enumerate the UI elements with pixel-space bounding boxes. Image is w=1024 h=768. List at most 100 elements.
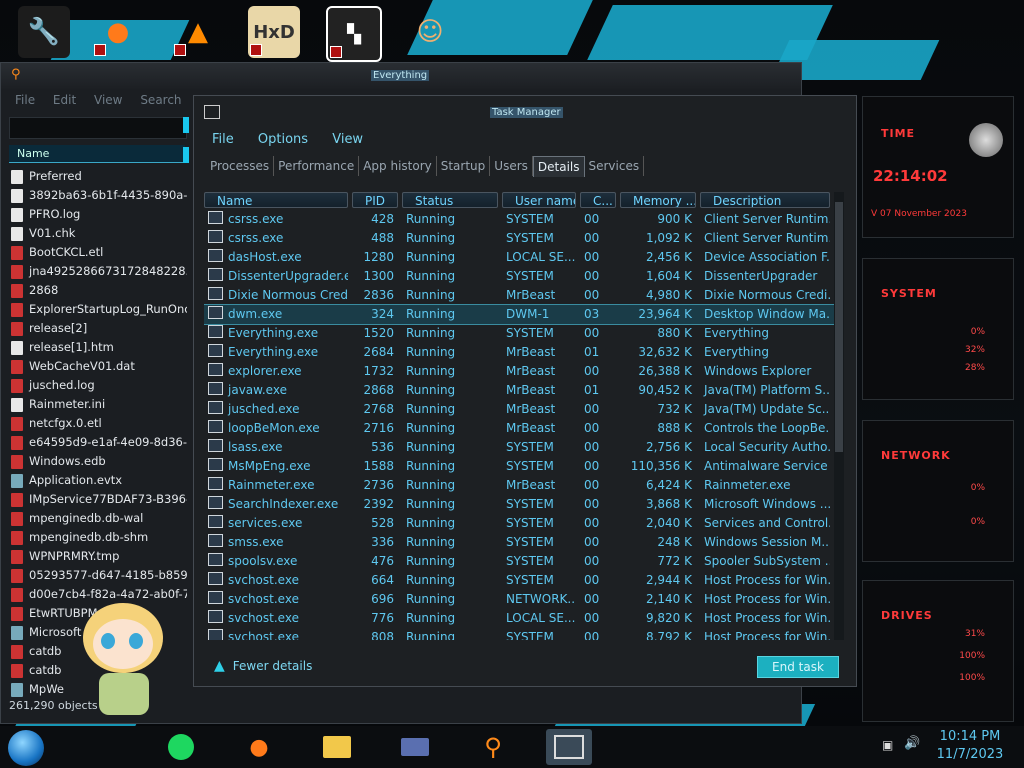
table-row[interactable]: jusched.exe 2768 Running MrBeast 00 732 K Java… [204, 400, 834, 419]
process-details-table[interactable]: Name PID Status User name C... Memory ..… [204, 192, 834, 640]
end-task-button[interactable]: End task [757, 656, 839, 678]
everything-search-icon[interactable]: ⚲ [470, 729, 516, 765]
list-item[interactable]: BootCKCL.etl [11, 243, 187, 262]
menu-file[interactable]: File [212, 132, 234, 147]
menu-edit[interactable]: Edit [53, 93, 76, 107]
tab-details[interactable]: Details [532, 156, 585, 177]
network-tray-icon[interactable]: ▣ [882, 738, 893, 752]
everything-search-input[interactable] [9, 117, 187, 139]
table-row[interactable]: lsass.exe 536 Running SYSTEM 00 2,756 K Local … [204, 438, 834, 457]
table-row[interactable]: svchost.exe 808 Running SYSTEM 00 8,792 K Host… [204, 628, 834, 640]
terminal-icon[interactable] [392, 729, 438, 765]
table-row[interactable]: loopBeMon.exe 2716 Running MrBeast 00 888 K Co… [204, 419, 834, 438]
list-item[interactable]: ExplorerStartupLog_RunOnce.e [11, 300, 187, 319]
file-icon [11, 568, 23, 583]
vlc-icon[interactable]: ▲ [172, 6, 224, 58]
table-row[interactable]: services.exe 528 Running SYSTEM 00 2,040 K Ser… [204, 514, 834, 533]
table-row[interactable]: svchost.exe 776 Running LOCAL SE... 00 9,820 … [204, 609, 834, 628]
file-icon [11, 207, 23, 222]
list-item[interactable]: netcfgx.0.etl [11, 414, 187, 433]
column-pid[interactable]: PID [352, 192, 398, 208]
table-row[interactable]: SearchIndexer.exe 2392 Running SYSTEM 00 3,86… [204, 495, 834, 514]
table-row[interactable]: spoolsv.exe 476 Running SYSTEM 00 772 K Spoole… [204, 552, 834, 571]
taskmanager-icon[interactable] [546, 729, 592, 765]
table-row[interactable]: csrss.exe 428 Running SYSTEM 00 900 K Client S… [204, 210, 834, 229]
tab-services[interactable]: Services [585, 156, 645, 176]
volume-icon[interactable]: 🔊 [904, 736, 920, 751]
list-item[interactable]: 2868 [11, 281, 187, 300]
menu-view[interactable]: View [94, 93, 122, 107]
everything-titlebar[interactable]: ⚲ Everything [1, 63, 801, 89]
table-scrollbar[interactable] [834, 192, 844, 640]
list-item[interactable]: mpenginedb.db-shm [11, 528, 187, 547]
menu-search[interactable]: Search [140, 93, 181, 107]
tools-icon[interactable]: 🔧 [18, 6, 70, 58]
column-header-name[interactable]: Name [9, 145, 185, 163]
column-status[interactable]: Status [402, 192, 498, 208]
list-item[interactable]: e64595d9-e1af-4e09-8d36-1721 [11, 433, 187, 452]
table-row[interactable]: javaw.exe 2868 Running MrBeast 01 90,452 K Jav… [204, 381, 834, 400]
hxd-icon[interactable]: HxD [248, 6, 300, 58]
menu-file[interactable]: File [15, 93, 35, 107]
maze-icon[interactable]: ▚ [326, 6, 382, 62]
file-icon [11, 492, 23, 507]
table-row[interactable]: DissenterUpgrader.exe 1300 Running SYSTEM 00… [204, 267, 834, 286]
table-row[interactable]: Everything.exe 1520 Running SYSTEM 00 880 K Ev… [204, 324, 834, 343]
table-cell: Running [406, 231, 456, 245]
list-item[interactable]: mpenginedb.db-wal [11, 509, 187, 528]
task-manager-window[interactable]: Task Manager File Options View Processes… [193, 95, 857, 687]
taskbar-clock[interactable]: 10:14 PM 11/7/2023 [930, 728, 1010, 764]
tab-users[interactable]: Users [490, 156, 533, 176]
table-cell: Dixie Normous Credi... [204, 286, 348, 305]
column-cpu[interactable]: C... [580, 192, 616, 208]
list-item[interactable]: jusched.log [11, 376, 187, 395]
task-manager-titlebar[interactable]: Task Manager [194, 96, 856, 126]
table-cell: 2,140 K [645, 592, 692, 606]
table-row[interactable]: Rainmeter.exe 2736 Running MrBeast 00 6,424 K… [204, 476, 834, 495]
list-item[interactable]: V01.chk [11, 224, 187, 243]
table-row[interactable]: svchost.exe 664 Running SYSTEM 00 2,944 K Host… [204, 571, 834, 590]
list-item[interactable]: release[2] [11, 319, 187, 338]
menu-view[interactable]: View [332, 132, 363, 147]
table-row[interactable]: csrss.exe 488 Running SYSTEM 00 1,092 K Client… [204, 229, 834, 248]
table-row[interactable]: Everything.exe 2684 Running MrBeast 01 32,632… [204, 343, 834, 362]
table-row[interactable]: MsMpEng.exe 1588 Running SYSTEM 00 110,356 K A… [204, 457, 834, 476]
menu-options[interactable]: Options [258, 132, 308, 147]
table-row[interactable]: dwm.exe 324 Running DWM-1 03 23,964 K Desktop … [204, 304, 834, 325]
fewer-details-button[interactable]: ▲ Fewer details [214, 658, 312, 674]
table-row[interactable]: smss.exe 336 Running SYSTEM 00 248 K Windows S… [204, 533, 834, 552]
start-button[interactable] [8, 730, 44, 766]
spotify-icon[interactable] [158, 729, 204, 765]
tab-app-history[interactable]: App history [359, 156, 437, 176]
column-description[interactable]: Description [700, 192, 830, 208]
list-item[interactable]: Preferred [11, 167, 187, 186]
list-item[interactable]: Windows.edb [11, 452, 187, 471]
list-item[interactable]: 3892ba63-6b1f-4435-890a-6978 [11, 186, 187, 205]
table-cell: 664 [371, 573, 394, 587]
tab-processes[interactable]: Processes [206, 156, 275, 176]
folder-icon[interactable] [314, 729, 360, 765]
list-item[interactable]: Rainmeter.ini [11, 395, 187, 414]
table-cell: Dixie Normous Credi... [704, 288, 830, 302]
list-item[interactable]: jna4925286673172848228.tmp [11, 262, 187, 281]
column-user-name[interactable]: User name [502, 192, 576, 208]
up-arrow-icon: ▲ [214, 658, 225, 674]
table-row[interactable]: explorer.exe 1732 Running MrBeast 00 26,388 K… [204, 362, 834, 381]
list-item[interactable]: IMpService77BDAF73-B396-481 [11, 490, 187, 509]
firefox-icon[interactable]: ● [92, 6, 144, 58]
table-row[interactable]: Dixie Normous Credi... 2836 Running MrBeast… [204, 286, 834, 305]
tab-startup[interactable]: Startup [437, 156, 491, 176]
table-row[interactable]: dasHost.exe 1280 Running LOCAL SE... 00 2,456… [204, 248, 834, 267]
list-item[interactable]: WebCacheV01.dat [11, 357, 187, 376]
firefox-icon[interactable]: ● [236, 729, 282, 765]
list-item[interactable]: release[1].htm [11, 338, 187, 357]
column-memory[interactable]: Memory ... [620, 192, 696, 208]
list-item[interactable]: WPNPRMRY.tmp [11, 547, 187, 566]
tab-performance[interactable]: Performance [274, 156, 360, 176]
table-row[interactable]: svchost.exe 696 Running NETWORK... 00 2,140 K… [204, 590, 834, 609]
column-name[interactable]: Name [204, 192, 348, 208]
doctor-icon[interactable]: ☺ [404, 6, 456, 58]
list-item[interactable]: Application.evtx [11, 471, 187, 490]
table-cell: Running [406, 440, 456, 454]
list-item[interactable]: PFRO.log [11, 205, 187, 224]
